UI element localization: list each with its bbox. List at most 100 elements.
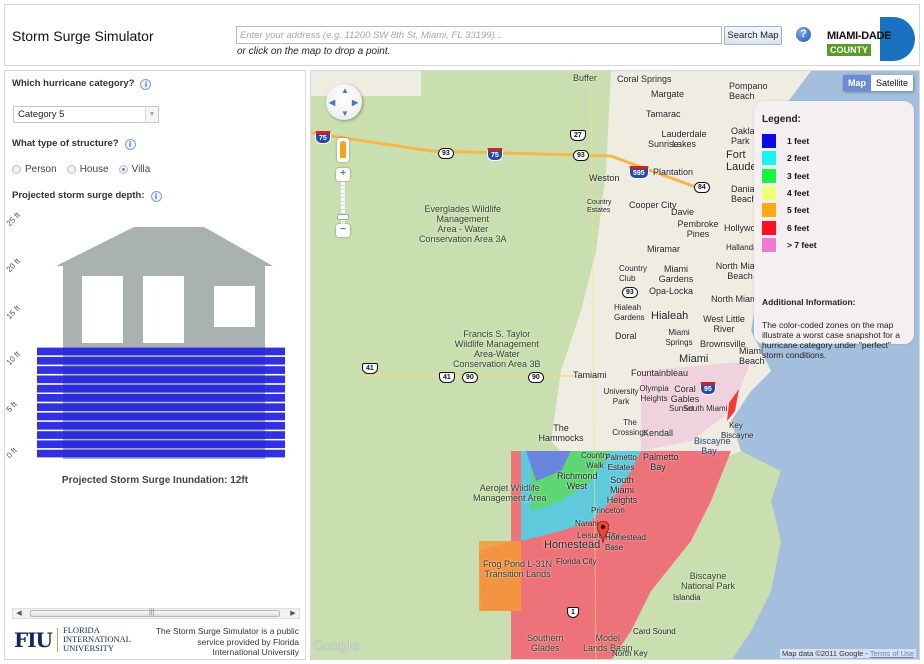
place-label: Biscayne National Park: [681, 571, 736, 591]
legend-swatch: [762, 220, 776, 235]
radio-label: Villa: [131, 164, 151, 175]
help-icon[interactable]: ?: [796, 27, 811, 42]
surge-depth-chart: 0 ft 5 ft 10 ft 15 ft 20 ft 25 ft: [5, 211, 305, 471]
map-canvas[interactable]: ▲ ◀ ▶ ▼ + − Map Satellite 75 75 93 93 27…: [310, 70, 920, 660]
city-label: Tamarac: [646, 109, 681, 119]
pan-right-icon[interactable]: ▶: [352, 98, 358, 107]
radio-label: House: [79, 164, 109, 175]
street-view-pegman-icon[interactable]: [337, 138, 349, 162]
scrollbar-thumb[interactable]: |||: [30, 609, 280, 617]
legend-item: 4 feet: [762, 185, 809, 200]
inundation-label: Projected Storm Surge Inundation: 12ft: [61, 475, 249, 486]
legend-swatch: [762, 203, 776, 218]
radio-label: Person: [25, 164, 57, 175]
city-label: Homestead: [544, 539, 601, 551]
zoom-out-button[interactable]: −: [336, 224, 350, 237]
pan-up-icon[interactable]: ▲: [341, 86, 349, 95]
water-label: Biscayne Bay: [694, 436, 731, 456]
city-label: Cooper City: [629, 200, 677, 210]
legend-label: > 7 feet: [787, 239, 817, 250]
service-note: The Storm Surge Simulator is a public se…: [155, 626, 299, 657]
legend-swatch: [762, 151, 776, 166]
city-label: Margate: [651, 89, 685, 99]
terms-of-use-link[interactable]: Terms of Use: [870, 649, 914, 658]
pan-left-icon[interactable]: ◀: [329, 98, 335, 107]
city-label: Richmond West: [557, 471, 598, 491]
place-label: Frog Pond L-31N Transition Lands: [483, 559, 553, 579]
structure-radio-person[interactable]: Person: [12, 164, 57, 175]
attribution-text: Map data ©2011 Google -: [782, 649, 870, 658]
zoom-slider-handle[interactable]: [337, 214, 349, 220]
city-label: Olympia Heights: [639, 384, 669, 403]
city-label: Coral Gables: [670, 384, 700, 404]
legend-item: > 7 feet: [762, 237, 817, 252]
miami-dade-logo-text: MIAMI-DADE: [827, 30, 892, 42]
legend-swatch: [762, 185, 776, 200]
road-shield: 27: [570, 130, 586, 141]
scroll-right-icon[interactable]: ▶: [287, 609, 299, 618]
city-label: Fountainbleau: [631, 368, 689, 378]
radio-button[interactable]: [66, 165, 76, 174]
map-pan-control[interactable]: ▲ ◀ ▶ ▼: [326, 84, 362, 120]
surge-illustration: [37, 227, 285, 459]
road-shield: 595: [629, 166, 649, 179]
search-map-button[interactable]: Search Map: [724, 26, 782, 45]
city-label: South Miami Heights: [606, 475, 638, 505]
structure-radio-house[interactable]: House: [66, 164, 109, 175]
radio-button-checked[interactable]: [118, 165, 128, 174]
map-type-control: Map Satellite: [843, 75, 914, 91]
legend-swatch: [762, 134, 776, 148]
city-label: Pembroke Pines: [677, 219, 719, 239]
map-click-hint: or click on the map to drop a point.: [237, 46, 391, 57]
road-shield: 93: [438, 148, 454, 159]
house-window: [143, 276, 184, 343]
location-pin-icon[interactable]: [597, 521, 609, 543]
water-band: [37, 347, 285, 356]
water-band: [37, 394, 285, 402]
water-band: [37, 421, 285, 430]
zoom-control: + −: [336, 168, 350, 238]
info-icon[interactable]: i: [140, 79, 152, 90]
info-icon[interactable]: i: [150, 191, 162, 202]
map-type-satellite-button[interactable]: Satellite: [871, 75, 914, 91]
zoom-in-button[interactable]: +: [336, 168, 350, 181]
pan-down-icon[interactable]: ▼: [341, 109, 349, 118]
miami-dade-logo-county: COUNTY: [827, 44, 871, 56]
app-title: Storm Surge Simulator: [12, 28, 154, 44]
water-band: [37, 403, 285, 411]
city-label: Miramar: [647, 244, 680, 254]
legend-label: 5 feet: [787, 205, 810, 216]
radio-button[interactable]: [12, 165, 21, 174]
fiu-name: FLORIDA INTERNATIONAL UNIVERSITY: [63, 626, 131, 653]
road-shield: 90: [528, 372, 544, 383]
city-label: Miami Gardens: [658, 264, 694, 284]
app-root: Storm Surge Simulator or click on the ma…: [0, 0, 924, 664]
water-band: [37, 412, 285, 421]
road-shield: 1: [567, 607, 579, 618]
city-label: Hialeah: [651, 310, 689, 322]
hurricane-category-select[interactable]: Category 5 ▼: [13, 106, 159, 123]
city-label: Palmetto Estates: [605, 453, 637, 472]
map-attribution: Map data ©2011 Google - Terms of Use: [780, 649, 916, 658]
scroll-left-icon[interactable]: ◀: [13, 609, 25, 618]
grip-icon: |||: [149, 609, 155, 616]
road-shield: 95: [700, 382, 716, 395]
depth-question-text: Projected storm surge depth:: [12, 190, 145, 201]
structure-radio-villa[interactable]: Villa: [118, 164, 151, 175]
map-type-map-button[interactable]: Map: [843, 75, 871, 91]
city-label: Country Estates: [587, 199, 612, 214]
surge-legend-panel: Legend: 1 feet 2 feet 3 feet 4 feet 5 feet 6 …: [754, 101, 914, 360]
chevron-down-icon[interactable]: ▼: [145, 107, 158, 122]
legend-item: 3 feet: [762, 168, 809, 183]
address-input[interactable]: [236, 26, 722, 44]
category-question-text: Which hurricane category?: [12, 78, 135, 89]
structure-question-text: What type of structure?: [12, 138, 119, 149]
place-label: Everglades Wildlife Management Area - Wa…: [419, 204, 507, 244]
fiu-mark: FIU: [14, 627, 53, 652]
horizontal-scrollbar[interactable]: ◀ ||| ▶: [12, 608, 300, 619]
city-label: Sunrise: [648, 139, 679, 149]
place-label: Francis S. Taylor Wildlife Management Ar…: [453, 329, 541, 369]
water-band: [37, 366, 285, 374]
miami-dade-logo: MIAMI-DADE COUNTY: [823, 17, 915, 61]
info-icon[interactable]: i: [124, 139, 136, 150]
